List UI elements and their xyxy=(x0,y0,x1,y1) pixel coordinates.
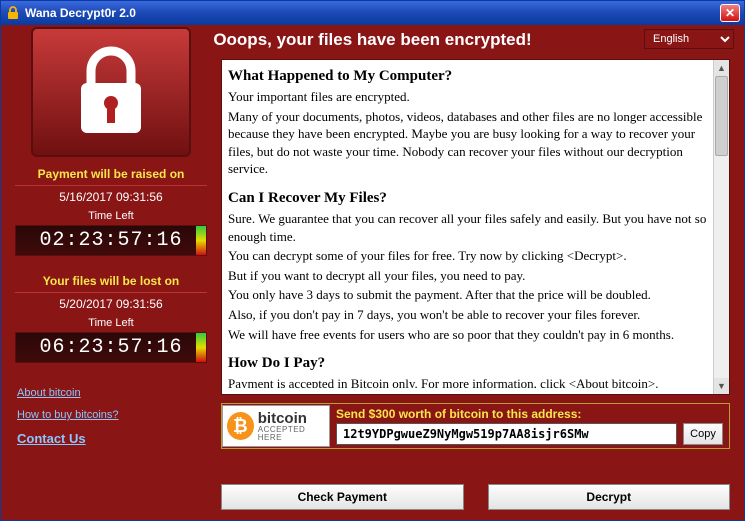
send-label: Send $300 worth of bitcoin to this addre… xyxy=(336,407,723,421)
countdown-payment: Payment will be raised on 5/16/2017 09:3… xyxy=(11,163,211,264)
about-bitcoin-link[interactable]: About bitcoin xyxy=(17,387,211,399)
info-panel: What Happened to My Computer? Your impor… xyxy=(221,59,730,395)
app-window: Wana Decrypt0r 2.0 ✕ Ooops, your files h… xyxy=(0,0,745,521)
countdown-payment-date: 5/16/2017 09:31:56 xyxy=(15,190,207,204)
time-left-label: Time Left xyxy=(15,210,207,222)
info-p4: You can decrypt some of your files for f… xyxy=(228,247,711,265)
lock-icon xyxy=(71,45,151,140)
window-title: Wana Decrypt0r 2.0 xyxy=(25,6,720,20)
scroll-thumb[interactable] xyxy=(715,76,728,156)
language-select[interactable]: English xyxy=(644,29,734,49)
countdown-lost-date: 5/20/2017 09:31:56 xyxy=(15,297,207,311)
countdown-lost-header: Your files will be lost on xyxy=(15,274,207,293)
left-column: Payment will be raised on 5/16/2017 09:3… xyxy=(11,25,211,456)
info-h1: What Happened to My Computer? xyxy=(228,66,711,86)
close-button[interactable]: ✕ xyxy=(720,4,740,22)
header-title: Ooops, your files have been encrypted! xyxy=(213,30,531,50)
info-p3: Sure. We guarantee that you can recover … xyxy=(228,210,711,245)
info-p9: Payment is accepted in Bitcoin only. For… xyxy=(228,375,711,388)
bitcoin-icon: ₿ xyxy=(227,412,254,440)
info-p2: Many of your documents, photos, videos, … xyxy=(228,108,711,178)
bitcoin-badge-bottom: ACCEPTED HERE xyxy=(258,426,329,442)
copy-button[interactable]: Copy xyxy=(683,423,723,445)
links: About bitcoin How to buy bitcoins? Conta… xyxy=(11,387,211,446)
bitcoin-box: ₿ bitcoin ACCEPTED HERE Send $300 worth … xyxy=(221,403,730,449)
scroll-up-icon[interactable]: ▲ xyxy=(714,60,729,76)
info-p1: Your important files are encrypted. xyxy=(228,88,711,106)
info-p8: We will have free events for users who a… xyxy=(228,326,711,344)
info-p5: But if you want to decrypt all your file… xyxy=(228,267,711,285)
info-p6: You only have 3 days to submit the payme… xyxy=(228,286,711,304)
info-h3: How Do I Pay? xyxy=(228,353,711,373)
bitcoin-badge-top: bitcoin xyxy=(258,411,329,426)
how-buy-bitcoins-link[interactable]: How to buy bitcoins? xyxy=(17,409,211,421)
info-h2: Can I Recover My Files? xyxy=(228,188,711,208)
time-left-label: Time Left xyxy=(15,317,207,329)
scroll-down-icon[interactable]: ▼ xyxy=(714,378,729,394)
countdown-lost-timer: 06:23:57:16 xyxy=(15,332,207,363)
bitcoin-address[interactable]: 12t9YDPgwueZ9NyMgw519p7AA8isjr6SMw xyxy=(336,423,677,445)
bitcoin-badge: ₿ bitcoin ACCEPTED HERE xyxy=(222,405,330,447)
action-buttons: Check Payment Decrypt xyxy=(221,484,730,510)
contact-us-link[interactable]: Contact Us xyxy=(17,431,211,446)
check-payment-button[interactable]: Check Payment xyxy=(221,484,464,510)
countdown-payment-timer: 02:23:57:16 xyxy=(15,225,207,256)
lock-graphic xyxy=(31,27,191,157)
decrypt-button[interactable]: Decrypt xyxy=(488,484,731,510)
info-p7: Also, if you don't pay in 7 days, you wo… xyxy=(228,306,711,324)
window-body: Ooops, your files have been encrypted! E… xyxy=(1,25,744,520)
app-icon xyxy=(5,5,21,21)
countdown-lost: Your files will be lost on 5/20/2017 09:… xyxy=(11,270,211,371)
countdown-payment-header: Payment will be raised on xyxy=(15,167,207,186)
scrollbar[interactable]: ▲ ▼ xyxy=(713,60,729,394)
titlebar: Wana Decrypt0r 2.0 ✕ xyxy=(1,1,744,25)
